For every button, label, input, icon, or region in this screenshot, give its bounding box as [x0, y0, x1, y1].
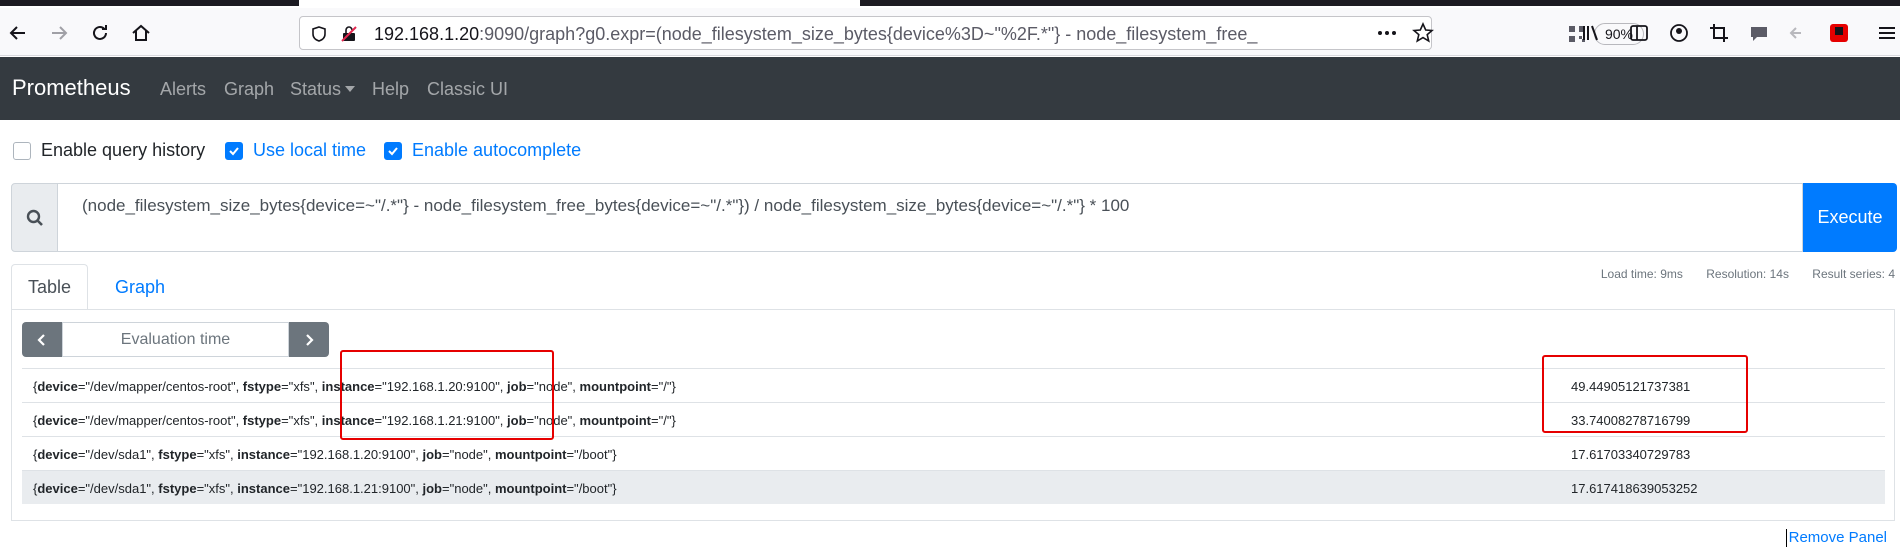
load-time: Load time: 9ms	[1600, 267, 1683, 281]
forward-button[interactable]	[44, 18, 74, 48]
resolution: Resolution: 14s	[1706, 267, 1789, 281]
chevron-left-icon	[37, 333, 45, 346]
eval-time-back-button[interactable]	[22, 322, 62, 357]
page-actions-button[interactable]	[1372, 18, 1402, 48]
shield-icon[interactable]	[310, 25, 328, 43]
remove-panel-link[interactable]: Remove Panel	[1785, 529, 1887, 547]
star-icon	[1412, 22, 1434, 43]
eval-time-forward-button[interactable]	[289, 322, 329, 357]
series-value: 17.617418639053252	[1571, 481, 1698, 496]
chevron-right-icon	[306, 333, 314, 346]
nav-link-classic-ui[interactable]: Classic UI	[427, 79, 508, 100]
browser-tab-strip	[0, 0, 1900, 8]
menu-button[interactable]	[1872, 18, 1900, 48]
local-time-checkbox[interactable]	[225, 141, 243, 160]
undo-button[interactable]	[1784, 18, 1814, 48]
local-time-label: Use local time	[253, 140, 367, 160]
nav-dropdown-status[interactable]: Status	[290, 79, 356, 100]
sidebar-button[interactable]	[1624, 18, 1654, 48]
library-icon	[1583, 25, 1598, 41]
reload-button[interactable]	[85, 18, 115, 48]
result-series: Result series: 4	[1812, 267, 1895, 281]
autocomplete-checkbox[interactable]	[384, 141, 402, 160]
query-history-checkbox[interactable]	[13, 141, 31, 160]
query-stats: Load time: 9ms Resolution: 14s Result se…	[1581, 267, 1895, 281]
option-local-time[interactable]: Use local time	[225, 140, 366, 161]
crop-icon	[1710, 24, 1728, 42]
navbar: Prometheus Alerts Graph Status Help Clas…	[0, 57, 1900, 120]
nav-link-help[interactable]: Help	[372, 79, 409, 100]
more-horizontal-icon	[1378, 31, 1396, 35]
forward-arrow-icon	[52, 26, 68, 40]
search-addon	[11, 183, 58, 252]
chat-button[interactable]	[1744, 18, 1774, 48]
option-autocomplete[interactable]: Enable autocomplete	[384, 140, 581, 161]
undo-icon	[1789, 27, 1801, 39]
check-icon	[388, 146, 398, 155]
annotation-box-values	[1542, 355, 1748, 433]
expression-input[interactable]: (node_filesystem_size_bytes{device=~"/.*…	[58, 183, 1803, 252]
check-icon	[229, 146, 239, 155]
brand-logo-text[interactable]: Prometheus	[12, 75, 131, 101]
nav-dropdown-label: Status	[290, 79, 342, 99]
search-icon	[26, 209, 43, 226]
back-button[interactable]	[3, 18, 33, 48]
browser-tab[interactable]	[860, 0, 1900, 6]
url-text[interactable]: 192.168.1.20:9090/graph?g0.expr=(node_fi…	[374, 24, 1257, 45]
bookmark-star-button[interactable]	[1408, 18, 1438, 48]
chat-bubble-icon	[1751, 27, 1767, 41]
table-row: {device="/dev/sda1", fstype="xfs", insta…	[22, 436, 1885, 470]
execute-button[interactable]: Execute	[1803, 183, 1897, 252]
reload-icon	[93, 25, 107, 40]
url-host: 192.168.1.20	[374, 24, 480, 44]
hamburger-menu-icon	[1879, 27, 1895, 39]
url-path: :9090/graph?g0.expr=(node_filesystem_siz…	[479, 24, 1258, 44]
series-value: 17.61703340729783	[1571, 447, 1691, 462]
evaluation-time-input[interactable]: Evaluation time	[62, 322, 289, 357]
extension-button[interactable]	[1824, 18, 1854, 48]
tab-table[interactable]: Table	[11, 264, 88, 310]
query-history-label: Enable query history	[41, 140, 206, 160]
account-icon	[1670, 24, 1688, 42]
table-row: {device="/dev/sda1", fstype="xfs", insta…	[22, 470, 1885, 504]
autocomplete-label: Enable autocomplete	[412, 140, 582, 160]
home-icon	[132, 24, 150, 41]
annotation-box-instance	[340, 350, 554, 440]
series-labels: {device="/dev/sda1", fstype="xfs", insta…	[33, 447, 617, 462]
tab-graph[interactable]: Graph	[95, 264, 185, 310]
crop-button[interactable]	[1704, 18, 1734, 48]
browser-toolbar: 192.168.1.20:9090/graph?g0.expr=(node_fi…	[0, 8, 1900, 56]
browser-tab[interactable]	[0, 0, 299, 6]
account-button[interactable]	[1664, 18, 1694, 48]
sidebar-icon	[1630, 25, 1648, 41]
nav-link-alerts[interactable]: Alerts	[160, 79, 206, 100]
back-arrow-icon	[9, 26, 25, 40]
caret-down-icon	[345, 86, 356, 92]
library-button[interactable]	[1576, 18, 1606, 48]
extension-icon	[1830, 24, 1848, 42]
series-labels: {device="/dev/sda1", fstype="xfs", insta…	[33, 481, 617, 496]
nav-link-graph[interactable]: Graph	[224, 79, 274, 100]
option-query-history[interactable]: Enable query history	[13, 140, 205, 161]
home-button[interactable]	[126, 18, 156, 48]
insecure-lock-icon[interactable]	[340, 25, 358, 43]
evaluation-time-group: Evaluation time	[22, 322, 329, 357]
url-bar[interactable]: 192.168.1.20:9090/graph?g0.expr=(node_fi…	[299, 16, 1644, 50]
expression-input-group: (node_filesystem_size_bytes{device=~"/.*…	[11, 183, 1897, 252]
